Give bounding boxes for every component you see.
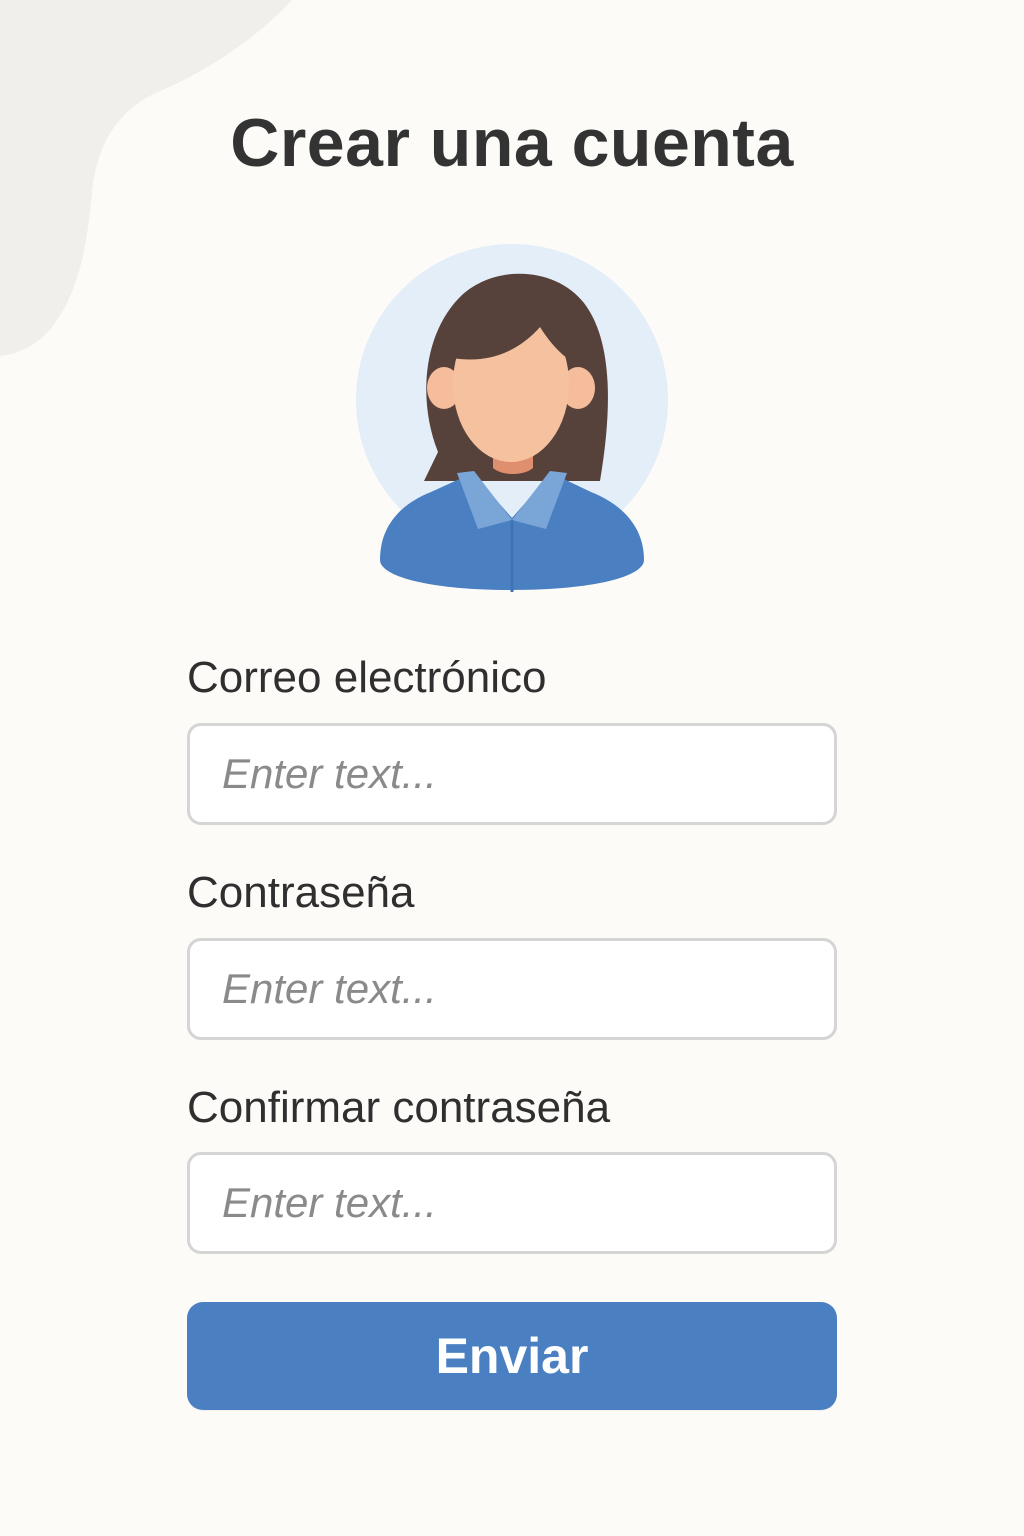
user-avatar-icon [356,244,668,592]
password-field-group: Contraseña [187,867,837,1040]
password-field[interactable] [187,937,837,1040]
password-label: Contraseña [187,867,415,917]
confirm-password-field[interactable] [187,1152,837,1255]
page-title: Crear una cuenta [230,105,794,181]
confirm-password-field-group: Confirmar contraseña [187,1082,837,1255]
email-label: Correo electrónico [187,653,547,702]
signup-page: Crear una cuenta Correo electrónico Cont… [0,0,1024,1536]
confirm-password-label: Confirmar contraseña [187,1082,611,1132]
submit-button[interactable]: Enviar [187,1302,837,1410]
signup-form: Correo electrónico Contraseña Confirmar … [187,652,837,1255]
email-field-group: Correo electrónico [187,652,837,825]
email-field[interactable] [187,722,837,825]
avatar [352,240,672,592]
